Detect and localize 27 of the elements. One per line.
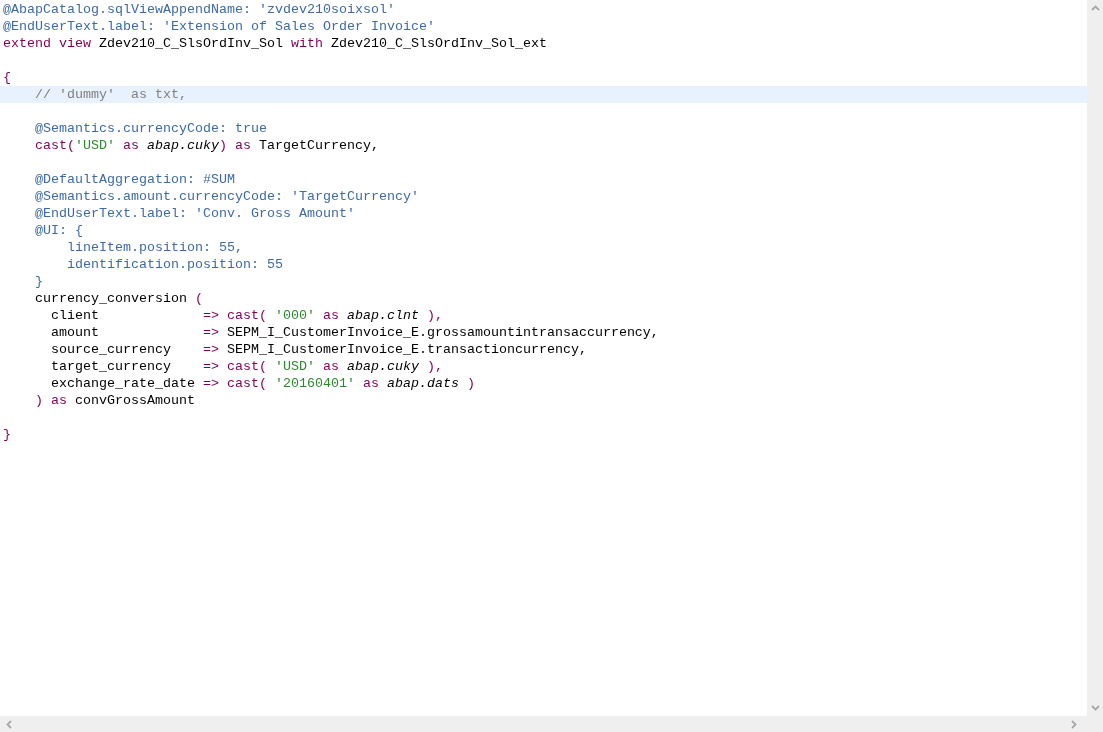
code-line: @Semantics.amount.currencyCode: 'TargetCurrency'	[34, 188, 420, 205]
code-line: {	[2, 69, 12, 86]
vertical-scrollbar[interactable]	[1087, 0, 1103, 716]
code-line: target_currency => cast( 'USD' as abap.cuky ),	[50, 358, 444, 375]
scroll-right-icon[interactable]	[1071, 719, 1077, 729]
code-line: @DefaultAggregation: #SUM	[34, 171, 236, 188]
code-line: client => cast( '000' as abap.clnt ),	[50, 307, 444, 324]
scroll-left-icon[interactable]	[6, 719, 12, 729]
code-line: exchange_rate_date => cast( '20160401' as abap.dats )	[50, 375, 476, 392]
code-line: cast('USD' as abap.cuky) as TargetCurrency,	[34, 137, 380, 154]
code-line: @UI: {	[34, 222, 84, 239]
code-line: @Semantics.currencyCode: true	[34, 120, 268, 137]
code-line: @EndUserText.label: 'Conv. Gross Amount'	[34, 205, 356, 222]
code-line: identification.position: 55	[66, 256, 284, 273]
code-line: extend view Zdev210_C_SlsOrdInv_Sol with Zdev210_C_SlsOrdInv_Sol_ext	[2, 35, 548, 52]
code-line: ) as convGrossAmount	[34, 392, 196, 409]
scroll-up-icon[interactable]	[1090, 5, 1100, 11]
horizontal-scrollbar[interactable]	[0, 716, 1087, 732]
code-line: lineItem.position: 55,	[66, 239, 244, 256]
code-line: @AbapCatalog.sqlViewAppendName: 'zvdev210soixsol'	[2, 1, 396, 18]
code-line: }	[2, 426, 12, 443]
code-line: currency_conversion (	[34, 290, 204, 307]
code-line: amount => SEPM_I_CustomerInvoice_E.grossamountintransaccurrency,	[50, 324, 660, 341]
code-line: @EndUserText.label: 'Extension of Sales Order Invoice'	[2, 18, 436, 35]
code-line: source_currency => SEPM_I_CustomerInvoice_E.transactioncurrency,	[50, 341, 588, 358]
scroll-down-icon[interactable]	[1090, 705, 1100, 711]
code-line: }	[34, 273, 44, 290]
